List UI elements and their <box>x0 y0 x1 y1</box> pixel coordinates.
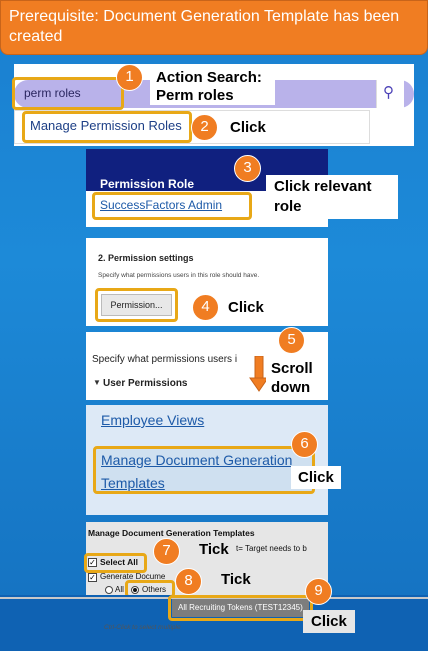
permission-button[interactable]: Permission... <box>101 294 172 316</box>
step-6-badge: 6 <box>291 431 318 458</box>
step-1-callout-line2: Perm roles <box>156 87 234 104</box>
step-2-callout: Click <box>222 117 274 138</box>
doc-gen-settings-title: Manage Document Generation Templates <box>88 528 255 538</box>
specify-permissions-text: Specify what permissions users i <box>92 354 238 365</box>
step-3-callout-line1: Click relevant <box>274 178 372 195</box>
recruiting-tokens-listbox[interactable]: All Recruiting Tokens (TEST12345) <box>172 599 309 617</box>
employee-views-item[interactable]: Employee Views <box>101 412 204 428</box>
permission-role-title: Permission Role <box>100 177 195 191</box>
prerequisite-banner: Prerequisite: Document Generation Templa… <box>0 0 428 55</box>
radio-all[interactable] <box>105 586 113 594</box>
user-permissions-section[interactable]: User Permissions <box>103 378 188 389</box>
manage-doc-gen-line2: Templates <box>101 475 165 491</box>
step-7-badge: 7 <box>153 538 180 565</box>
radio-others[interactable] <box>131 586 139 594</box>
search-icon[interactable]: ⚲ <box>383 83 394 101</box>
step-5-callout-line1: Scroll <box>271 360 313 377</box>
multi-select-hint: Ctrl-Click to select multiple <box>104 624 181 631</box>
permission-settings-subtext: Specify what permissions users in this r… <box>98 272 260 279</box>
step-1-badge: 1 <box>116 64 143 91</box>
generate-document-checkbox[interactable]: ✓ <box>88 573 97 582</box>
user-permissions-chevron-icon: ▼ <box>93 378 101 387</box>
step-2-badge: 2 <box>191 114 218 141</box>
select-all-label: Select All <box>100 557 138 567</box>
radio-others-label: Others <box>142 585 167 594</box>
step-6-callout: Click <box>291 466 341 489</box>
banner-text: Prerequisite: Document Generation Templa… <box>9 8 400 45</box>
select-all-checkbox[interactable]: ✓ <box>88 558 97 567</box>
step-4-badge: 4 <box>192 294 219 321</box>
step-1-callout: Action Search: Perm roles <box>150 67 275 105</box>
step-9-callout: Click <box>303 610 355 633</box>
step-7-callout: Tick <box>195 541 233 558</box>
step-8-callout: Tick <box>217 571 255 588</box>
step-5-callout-line2: down <box>271 379 311 396</box>
manage-doc-gen-templates-item[interactable]: Manage Document Generation Templates <box>101 449 292 495</box>
manage-permission-roles-item[interactable]: Manage Permission Roles <box>30 118 182 133</box>
step-9-badge: 9 <box>305 578 332 605</box>
manage-doc-gen-line1: Manage Document Generation <box>101 452 293 468</box>
permission-settings-heading: 2. Permission settings <box>98 253 194 263</box>
successfactors-admin-link[interactable]: SuccessFactors Admin <box>100 198 222 212</box>
radio-all-label: All <box>115 585 124 594</box>
step-3-callout-line2: role <box>274 198 302 215</box>
step-5-callout: Scroll down <box>266 358 326 398</box>
step-1-callout-line1: Action Search: <box>156 69 262 86</box>
step-8-badge: 8 <box>175 568 202 595</box>
step-5-badge: 5 <box>278 327 305 354</box>
step-3-badge: 3 <box>234 155 261 182</box>
step-4-callout: Click <box>222 297 270 318</box>
step-3-callout: Click relevant role <box>266 175 398 219</box>
target-note: t= Target needs to b <box>236 544 307 553</box>
search-input[interactable]: perm roles <box>24 86 81 100</box>
